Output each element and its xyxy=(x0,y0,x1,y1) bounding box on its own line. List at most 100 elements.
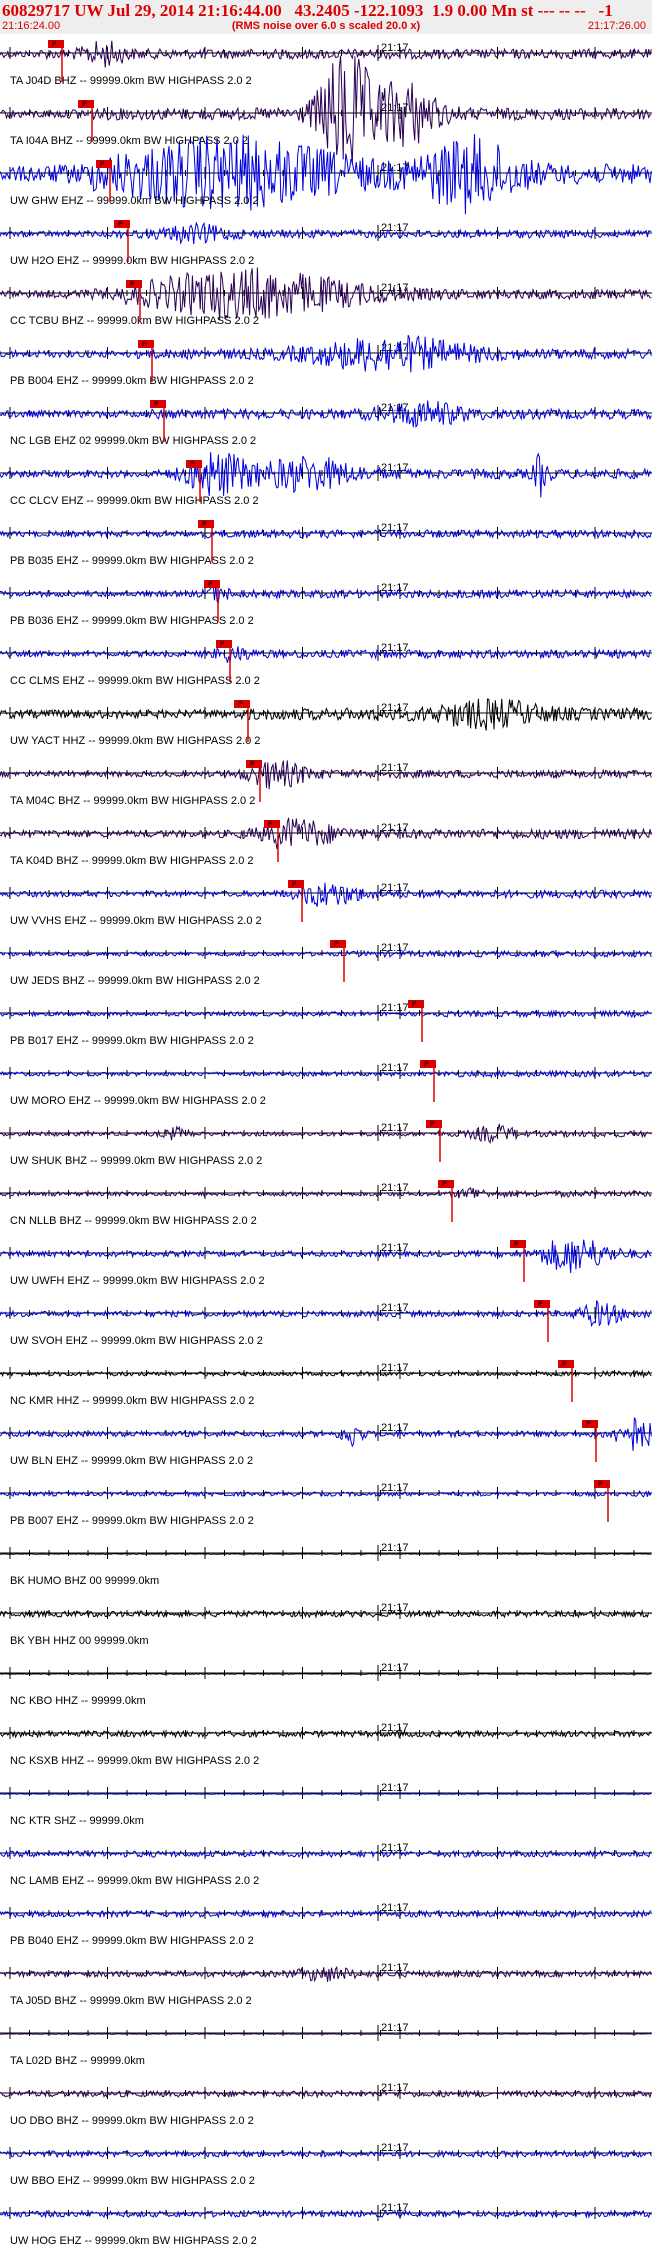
p-pick-label: P xyxy=(292,881,297,888)
waveform-trace xyxy=(0,528,652,540)
waveform-trace xyxy=(0,1239,652,1274)
waveform-trace xyxy=(0,335,652,373)
p-pick-label: P xyxy=(154,401,159,408)
trace-label: TA J05D BHZ -- 99999.0km BW HIGHPASS 2.0… xyxy=(10,1995,252,2007)
waveform-trace xyxy=(0,1490,652,1498)
trace-label: TA J04D BHZ -- 99999.0km BW HIGHPASS 2.0… xyxy=(10,75,252,87)
p-pick-label: P xyxy=(268,821,273,828)
trace-label: UW SVOH EHZ -- 99999.0km BW HIGHPASS 2.0… xyxy=(10,1335,263,1347)
trace-label: PB B040 EHZ -- 99999.0km BW HIGHPASS 2.0… xyxy=(10,1935,254,1947)
p-pick-label: P xyxy=(538,1301,543,1308)
trace-label: PB B017 EHZ -- 99999.0km BW HIGHPASS 2.0… xyxy=(10,1035,254,1047)
waveform-trace xyxy=(0,1069,652,1079)
p-pick-label: P xyxy=(202,521,207,528)
p-pick-label: P xyxy=(238,701,243,708)
minute-label: 21:17 xyxy=(381,882,409,894)
minute-label: 21:17 xyxy=(381,1662,409,1674)
p-pick-label: P xyxy=(586,1421,591,1428)
trace-label: UW HOG EHZ -- 99999.0km BW HIGHPASS 2.0 … xyxy=(10,2235,257,2247)
trace-label: PB B004 EHZ -- 99999.0km BW HIGHPASS 2.0… xyxy=(10,375,254,387)
trace-label: NC KMR HHZ -- 99999.0km BW HIGHPASS 2.0 … xyxy=(10,1395,254,1407)
minute-label: 21:17 xyxy=(381,2142,409,2154)
trace-label: BK HUMO BHZ 00 99999.0km xyxy=(10,1575,159,1587)
minute-label: 21:17 xyxy=(381,1302,409,1314)
waveform-trace xyxy=(0,452,652,498)
trace-label: PB B035 EHZ -- 99999.0km BW HIGHPASS 2.0… xyxy=(10,555,254,567)
p-pick-label: P xyxy=(442,1181,447,1188)
p-pick-label: P xyxy=(412,1001,417,1008)
trace-label: UW H2O EHZ -- 99999.0km BW HIGHPASS 2.0 … xyxy=(10,255,254,267)
waveform-trace xyxy=(0,40,652,68)
p-pick-label: P xyxy=(82,101,87,108)
trace-label: NC KBO HHZ -- 99999.0km xyxy=(10,1695,146,1707)
scaling-note: (RMS noise over 6.0 s scaled 20.0 x) xyxy=(231,20,421,32)
p-pick-label: P xyxy=(334,941,339,948)
waveform-trace xyxy=(0,817,652,850)
trace-label: UW MORO EHZ -- 99999.0km BW HIGHPASS 2.0… xyxy=(10,1095,266,1107)
trace-label: CC CLMS EHZ -- 99999.0km BW HIGHPASS 2.0… xyxy=(10,675,260,687)
minute-label: 21:17 xyxy=(381,1422,409,1434)
plot-header: 60829717 UW Jul 29, 2014 21:16:44.00 43.… xyxy=(0,0,652,34)
minute-label: 21:17 xyxy=(381,222,409,234)
waveform-trace xyxy=(0,1793,652,1795)
waveform-trace xyxy=(0,698,652,731)
waveform-trace xyxy=(0,882,652,907)
trace-label: CC TCBU BHZ -- 99999.0km BW HIGHPASS 2.0… xyxy=(10,315,259,327)
trace-label: NC LGB EHZ 02 99999.0km BW HIGHPASS 2.0 … xyxy=(10,435,256,447)
p-pick-label: P xyxy=(190,461,195,468)
minute-label: 21:17 xyxy=(381,762,409,774)
trace-label: TA K04D BHZ -- 99999.0km BW HIGHPASS 2.0… xyxy=(10,855,254,867)
trace-label: UW UWFH EHZ -- 99999.0km BW HIGHPASS 2.0… xyxy=(10,1275,265,1287)
waveform-trace xyxy=(0,2089,652,2099)
trace-label: TA M04C BHZ -- 99999.0km BW HIGHPASS 2.0… xyxy=(10,795,255,807)
p-pick-label: P xyxy=(424,1061,429,1068)
waveform-trace xyxy=(0,267,652,320)
p-pick-label: P xyxy=(208,581,213,588)
waveform-trace xyxy=(0,1849,652,1859)
p-pick-label: P xyxy=(250,761,255,768)
minute-label: 21:17 xyxy=(381,2022,409,2034)
trace-label: UW VVHS EHZ -- 99999.0km BW HIGHPASS 2.0… xyxy=(10,915,262,927)
waveform-trace xyxy=(0,1417,652,1451)
seismogram-plot: 21:17 TA J04D BHZ -- 99999.0km BW HIGHPAS… xyxy=(0,40,652,2247)
trace-label: CN NLLB BHZ -- 99999.0km BW HIGHPASS 2.0… xyxy=(10,1215,257,1227)
trace-label: UW BLN EHZ -- 99999.0km BW HIGHPASS 2.0 … xyxy=(10,1455,253,1467)
minute-label: 21:17 xyxy=(381,1542,409,1554)
waveform-trace xyxy=(0,1965,652,1983)
trace-label: CC CLCV EHZ -- 99999.0km BW HIGHPASS 2.0… xyxy=(10,495,259,507)
p-pick-label: P xyxy=(118,221,123,228)
trace-label: UW GHW EHZ -- 99999.0km BW HIGHPASS 2.0 … xyxy=(10,195,259,207)
p-pick-label: P xyxy=(598,1481,603,1488)
p-pick-label: P xyxy=(142,341,147,348)
minute-label: 21:17 xyxy=(381,942,409,954)
p-pick-label: P xyxy=(52,41,57,48)
p-pick-label: P xyxy=(100,161,105,168)
trace-label: UW BBO EHZ -- 99999.0km BW HIGHPASS 2.0 … xyxy=(10,2175,255,2187)
waveform-trace xyxy=(0,1909,652,1919)
waveform-trace xyxy=(0,1609,652,1619)
waveform-trace xyxy=(0,646,652,663)
minute-label: 21:17 xyxy=(381,162,409,174)
event-title: 60829717 UW Jul 29, 2014 21:16:44.00 43.… xyxy=(2,1,613,20)
waveform-trace xyxy=(0,400,652,429)
trace-label: TA L02D BHZ -- 99999.0km xyxy=(10,2055,145,2067)
trace-label: PB B036 EHZ -- 99999.0km BW HIGHPASS 2.0… xyxy=(10,615,254,627)
trace-label: UW JEDS BHZ -- 99999.0km BW HIGHPASS 2.0… xyxy=(10,975,260,987)
trace-label: UW YACT HHZ -- 99999.0km BW HIGHPASS 2.0… xyxy=(10,735,260,747)
trace-label: UO DBO BHZ -- 99999.0km BW HIGHPASS 2.0 … xyxy=(10,2115,254,2127)
trace-label: PB B007 EHZ -- 99999.0km BW HIGHPASS 2.0… xyxy=(10,1515,254,1527)
waveform-trace xyxy=(0,1673,652,1675)
waveform-trace xyxy=(0,584,652,604)
waveform-trace xyxy=(0,2149,652,2159)
trace-label: UW SHUK BHZ -- 99999.0km BW HIGHPASS 2.0… xyxy=(10,1155,262,1167)
p-pick-label: P xyxy=(220,641,225,648)
waveform-trace xyxy=(0,221,652,246)
end-time-label: 21:17:26.00 xyxy=(587,20,646,32)
p-pick-label: P xyxy=(130,281,135,288)
waveform-trace xyxy=(0,949,652,959)
trace-label: NC KSXB HHZ -- 99999.0km BW HIGHPASS 2.0… xyxy=(10,1755,259,1767)
waveform-trace xyxy=(0,55,652,164)
trace-label: NC LAMB EHZ -- 99999.0km BW HIGHPASS 2.0… xyxy=(10,1875,259,1887)
waveform-trace xyxy=(0,2209,652,2219)
waveform-trace xyxy=(0,760,652,790)
